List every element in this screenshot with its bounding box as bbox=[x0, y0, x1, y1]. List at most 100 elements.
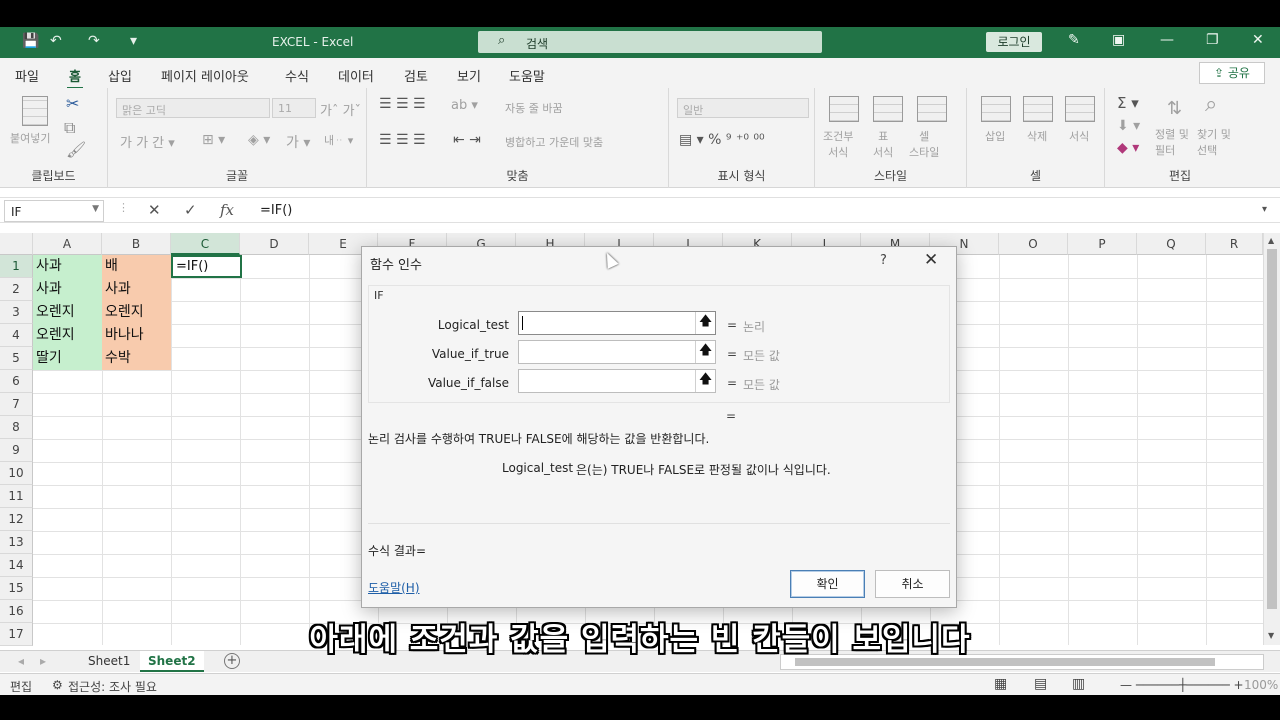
customize-qat-icon[interactable]: ▾ bbox=[130, 33, 137, 49]
format-cells-icon[interactable] bbox=[1065, 96, 1095, 122]
row-header[interactable]: 4 bbox=[0, 324, 33, 347]
row-header[interactable]: 15 bbox=[0, 577, 33, 600]
number-format-box[interactable]: 일반 bbox=[677, 98, 809, 118]
tab-review[interactable]: 검토 bbox=[404, 66, 428, 85]
tab-page-layout[interactable]: 페이지 레이아웃 bbox=[161, 66, 249, 85]
format-table-icon[interactable] bbox=[873, 96, 903, 122]
cell-style-icon[interactable] bbox=[917, 96, 947, 122]
conditional-format-icon[interactable] bbox=[829, 96, 859, 122]
cell-b3[interactable]: 오렌지 bbox=[102, 301, 171, 324]
indent-icons[interactable]: ⇤ ⇥ bbox=[453, 132, 481, 148]
page-layout-view-icon[interactable]: ▤ bbox=[1034, 676, 1047, 692]
font-name-box[interactable]: 맑은 고딕 bbox=[116, 98, 270, 118]
paste-icon[interactable] bbox=[22, 96, 48, 126]
row-header[interactable]: 2 bbox=[0, 278, 33, 301]
cell-a4[interactable]: 오렌지 bbox=[33, 324, 102, 347]
col-header-d[interactable]: D bbox=[240, 233, 309, 255]
phonetic-icon[interactable]: 내ᆢ ▾ bbox=[324, 132, 353, 148]
cell-b1[interactable]: 배 bbox=[102, 255, 171, 278]
format-table-label[interactable]: 표 서식 bbox=[873, 128, 893, 160]
col-header-a[interactable]: A bbox=[33, 233, 102, 255]
vertical-align-icons[interactable]: ☰ ☰ ☰ bbox=[379, 96, 426, 112]
paste-label[interactable]: 붙여넣기 bbox=[10, 130, 50, 146]
cell-a3[interactable]: 오렌지 bbox=[33, 301, 102, 324]
autosum-icon[interactable]: Σ ▾ bbox=[1117, 94, 1139, 112]
tab-file[interactable]: 파일 bbox=[15, 66, 39, 85]
close-icon[interactable]: ✕ bbox=[924, 250, 938, 270]
restore-icon[interactable]: ❐ bbox=[1206, 32, 1219, 48]
accessibility-icon[interactable]: ⚙ bbox=[52, 678, 63, 692]
col-header-o[interactable]: O bbox=[999, 233, 1068, 255]
cell-a1[interactable]: 사과 bbox=[33, 255, 102, 278]
page-break-view-icon[interactable]: ▥ bbox=[1072, 676, 1085, 692]
logical-test-input[interactable]: 🡅 bbox=[518, 311, 716, 335]
close-icon[interactable]: ✕ bbox=[1252, 32, 1264, 48]
horizontal-scroll-thumb[interactable] bbox=[795, 658, 1215, 666]
collapse-dialog-icon[interactable]: 🡅 bbox=[695, 341, 715, 363]
col-header-b[interactable]: B bbox=[102, 233, 171, 255]
share-button[interactable]: ⇪ 공유 bbox=[1199, 62, 1265, 84]
help-link[interactable]: 도움말(H) bbox=[368, 579, 420, 596]
font-size-box[interactable]: 11 bbox=[272, 98, 316, 118]
format-label[interactable]: 서식 bbox=[1069, 128, 1089, 144]
delete-cells-icon[interactable] bbox=[1023, 96, 1053, 122]
formula-input[interactable]: =IF() bbox=[260, 203, 292, 218]
cell-c1-active[interactable]: =IF() bbox=[171, 255, 242, 278]
scroll-up-icon[interactable]: ▲ bbox=[1268, 236, 1274, 245]
row-header[interactable]: 7 bbox=[0, 393, 33, 416]
sort-filter-label[interactable]: 정렬 및 필터 bbox=[1155, 126, 1189, 158]
font-color-icon[interactable]: 가 ▾ bbox=[286, 132, 310, 152]
row-header[interactable]: 9 bbox=[0, 439, 33, 462]
find-select-icon[interactable]: ⌕ bbox=[1205, 92, 1217, 117]
accounting-percent-comma-icons[interactable]: ▤ ▾ % ⁹ ⁺⁰ ⁰⁰ bbox=[679, 132, 765, 148]
pen-icon[interactable]: ✎ bbox=[1068, 32, 1080, 48]
redo-icon[interactable]: ↷ bbox=[88, 33, 100, 49]
insert-label[interactable]: 삽입 bbox=[985, 128, 1005, 144]
tab-help[interactable]: 도움말 bbox=[509, 66, 545, 85]
col-header-p[interactable]: P bbox=[1068, 233, 1137, 255]
name-box[interactable]: IF ▼ bbox=[4, 200, 104, 222]
row-header[interactable]: 3 bbox=[0, 301, 33, 324]
value-if-false-input[interactable]: 🡅 bbox=[518, 369, 716, 393]
copy-icon[interactable]: ⧉ bbox=[64, 118, 75, 138]
cell-style-label[interactable]: 셀 스타일 bbox=[909, 128, 939, 160]
cut-icon[interactable]: ✂ bbox=[66, 94, 79, 113]
col-header-r[interactable]: R bbox=[1206, 233, 1263, 255]
row-header[interactable]: 8 bbox=[0, 416, 33, 439]
value-if-true-input[interactable]: 🡅 bbox=[518, 340, 716, 364]
cell-a2[interactable]: 사과 bbox=[33, 278, 102, 301]
find-select-label[interactable]: 찾기 및 선택 bbox=[1197, 126, 1231, 158]
wrap-text-button[interactable]: 자동 줄 바꿈 bbox=[505, 100, 563, 116]
row-header[interactable]: 13 bbox=[0, 531, 33, 554]
tab-data[interactable]: 데이터 bbox=[338, 66, 374, 85]
collapse-dialog-icon[interactable]: 🡅 bbox=[695, 370, 715, 392]
insert-function-icon[interactable]: fx bbox=[220, 201, 234, 219]
format-painter-icon[interactable]: 🖌 bbox=[66, 140, 86, 159]
col-header-c[interactable]: C bbox=[171, 233, 240, 255]
help-icon[interactable]: ? bbox=[880, 253, 887, 268]
row-header[interactable]: 12 bbox=[0, 508, 33, 531]
conditional-format-label[interactable]: 조건부 서식 bbox=[823, 128, 853, 160]
tab-home[interactable]: 홈 bbox=[67, 66, 83, 90]
bold-italic-underline-icons[interactable]: 가 가 간 ▾ bbox=[120, 132, 175, 151]
font-grow-icon[interactable]: 가ˆ 가ˇ bbox=[320, 100, 361, 119]
accessibility-status[interactable]: 접근성: 조사 필요 bbox=[68, 678, 157, 695]
tab-insert[interactable]: 삽입 bbox=[108, 66, 132, 85]
row-header[interactable]: 5 bbox=[0, 347, 33, 370]
row-header[interactable]: 6 bbox=[0, 370, 33, 393]
tab-formulas[interactable]: 수식 bbox=[285, 66, 309, 85]
select-all-corner[interactable] bbox=[0, 233, 33, 255]
minimize-icon[interactable]: — bbox=[1160, 32, 1174, 48]
col-header-q[interactable]: Q bbox=[1137, 233, 1206, 255]
cell-b2[interactable]: 사과 bbox=[102, 278, 171, 301]
insert-cells-icon[interactable] bbox=[981, 96, 1011, 122]
cancel-button[interactable]: 취소 bbox=[875, 570, 950, 598]
vertical-scroll-thumb[interactable] bbox=[1267, 249, 1277, 609]
row-header[interactable]: 14 bbox=[0, 554, 33, 577]
row-header[interactable]: 10 bbox=[0, 462, 33, 485]
zoom-level[interactable]: 100% bbox=[1244, 678, 1278, 692]
chevron-down-icon[interactable]: ▼ bbox=[92, 204, 99, 214]
ok-button[interactable]: 확인 bbox=[790, 570, 865, 598]
row-header[interactable]: 11 bbox=[0, 485, 33, 508]
collapse-dialog-icon[interactable]: 🡅 bbox=[695, 312, 715, 334]
